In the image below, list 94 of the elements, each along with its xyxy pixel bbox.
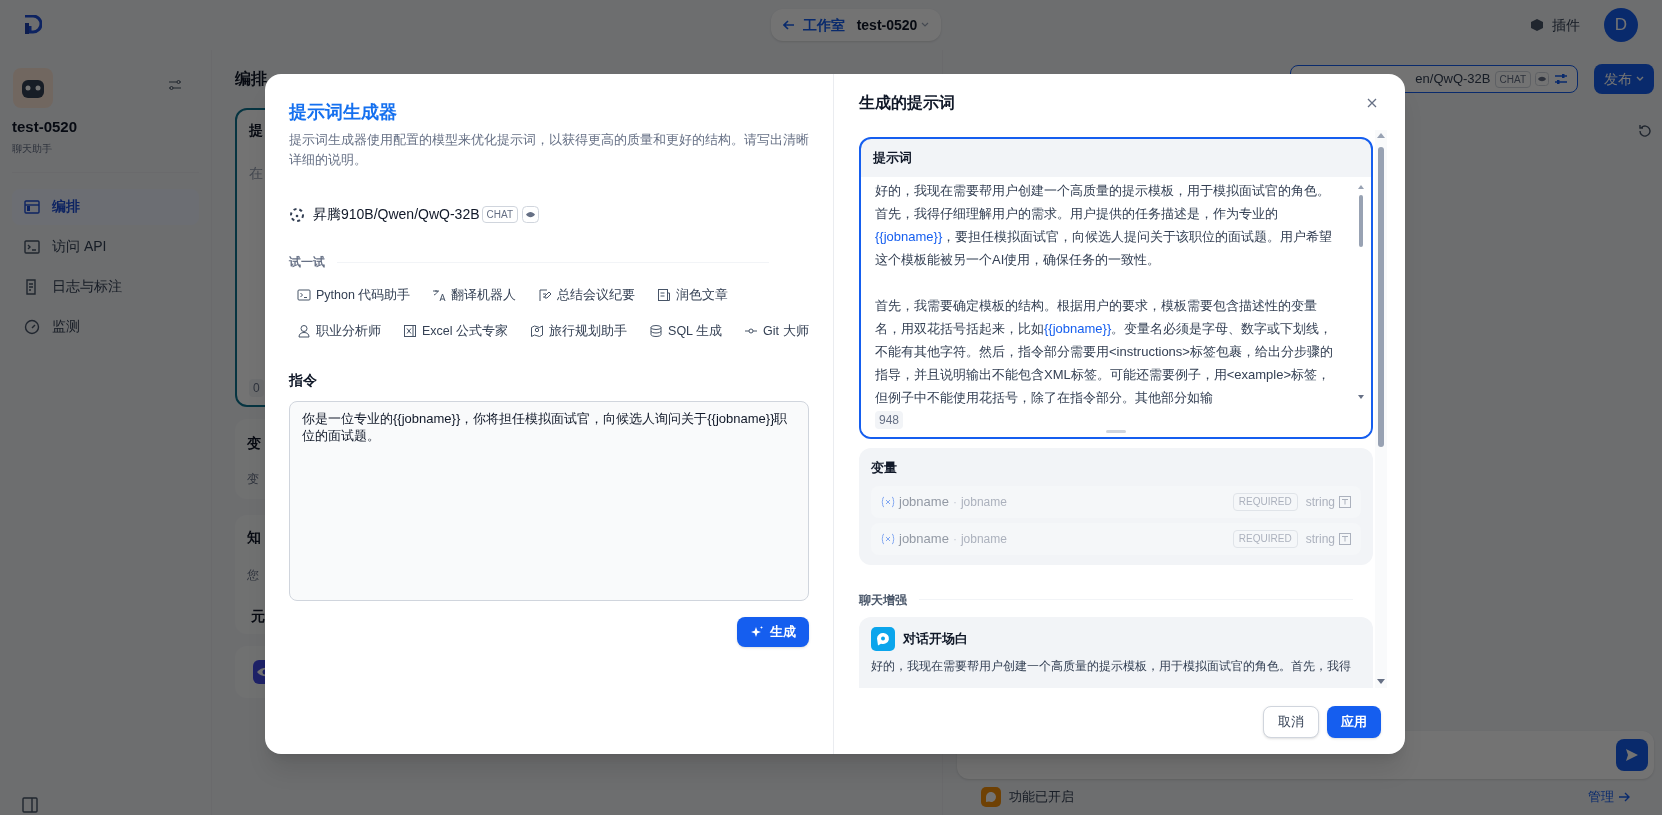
back-link[interactable]: 工作室 bbox=[782, 14, 845, 36]
map-pin-icon bbox=[530, 324, 545, 338]
sliders-icon bbox=[1553, 72, 1569, 86]
prompt-paragraph: 首先，我需要确定模板的结构。根据用户的要求，模板需要包含描述性的变量名，用双花括号括起来，比如{{jobname}}。变量名必须是字母、数字或下划线，不能有其他字符。然后，指令部分需要用<instructions>标签包裹，给出分步骤的指导，并且说明输出不能包含XML标签。可能还需要例子，用<example>标签，但例子中不能使用花括号，除了在指令部分。其他部分如输 bbox=[875, 297, 1334, 407]
char-count: 948 bbox=[875, 411, 904, 429]
variable-name: jobname bbox=[960, 530, 1007, 548]
separator-dot: · bbox=[952, 493, 957, 511]
template-chip[interactable]: Python 代码助手 bbox=[289, 283, 419, 307]
plugins-button[interactable]: 插件 bbox=[1530, 14, 1580, 36]
prompt-paragraph: 好的，我现在需要帮用户创建一个高质量的提示模板，用于模拟面试官的角色。首先，我得仔细理解用户的需求。用户提供的任务描述是，作为专业的 {{jobname}}，要担任模拟面试官，向候选人提问关于该职位的面试题。用户希望这个模板能被另一个AI使用，确保任务的一致性。 bbox=[875, 182, 1334, 269]
char-count: 0 bbox=[249, 379, 264, 397]
translate-icon bbox=[432, 288, 447, 302]
text-field-icon bbox=[1339, 495, 1351, 508]
separator-dot: · bbox=[952, 530, 957, 548]
template-chip[interactable]: SQL 生成 bbox=[641, 319, 731, 343]
template-chip[interactable]: 职业分析师 bbox=[289, 319, 389, 343]
apply-button[interactable]: 应用 bbox=[1327, 706, 1381, 738]
send-button[interactable] bbox=[1616, 739, 1648, 771]
document-pen-icon bbox=[538, 288, 553, 302]
chat-bubble-icon bbox=[981, 787, 1001, 807]
app-switcher[interactable]: test-0520 bbox=[856, 14, 930, 36]
template-chip[interactable]: Git 大师 bbox=[736, 319, 817, 343]
required-badge: REQUIRED bbox=[1232, 492, 1298, 511]
document-icon bbox=[657, 288, 672, 302]
panel-title: 生成的提示词 bbox=[859, 93, 955, 113]
close-icon[interactable] bbox=[1367, 98, 1377, 108]
field-label: 指令 bbox=[289, 371, 318, 390]
database-icon bbox=[649, 324, 664, 338]
template-chip[interactable]: Excel 公式专家 bbox=[395, 319, 517, 343]
template-chip[interactable]: 润色文章 bbox=[649, 283, 737, 307]
eye-icon bbox=[1535, 72, 1549, 86]
hint-text: 变 bbox=[247, 471, 259, 488]
arrow-right-icon bbox=[1618, 792, 1630, 802]
panel-toggle-icon[interactable] bbox=[22, 797, 38, 813]
nav-item[interactable]: 监测 bbox=[12, 308, 199, 345]
user-avatar[interactable]: D bbox=[1604, 8, 1638, 42]
gauge-icon bbox=[24, 318, 40, 335]
send-icon bbox=[1625, 748, 1639, 762]
publish-button[interactable]: 发布 bbox=[1594, 64, 1654, 94]
chevron-down-icon bbox=[1636, 76, 1644, 82]
refresh-icon[interactable] bbox=[1638, 124, 1652, 138]
opening-text: 好的，我现在需要帮用户创建一个高质量的提示模板，用于模拟面试官的角色。首先，我得 bbox=[871, 657, 1351, 675]
template-chip[interactable]: 翻译机器人 bbox=[424, 283, 525, 307]
hint-text: 您 bbox=[247, 567, 259, 584]
card-title: 提 bbox=[249, 121, 263, 140]
model-badge: CHAT bbox=[1494, 70, 1531, 88]
card-title: 变 bbox=[247, 434, 261, 453]
user-icon bbox=[297, 324, 311, 338]
modal-description: 提示词生成器使用配置的模型来优化提示词，以获得更高的质量和更好的结构。请写出清晰详细的说明。 bbox=[289, 131, 810, 169]
model-badge: CHAT bbox=[481, 206, 518, 223]
chevron-down-icon bbox=[921, 22, 930, 28]
arrow-left-icon bbox=[782, 20, 795, 30]
section-label: 试一试 bbox=[289, 254, 325, 271]
variable-key: jobname bbox=[899, 528, 949, 549]
resize-handle bbox=[1106, 430, 1126, 433]
robot-icon bbox=[13, 68, 53, 108]
template-chip[interactable]: 旅行规划助手 bbox=[522, 319, 636, 343]
nav-item[interactable]: 编排 bbox=[12, 188, 199, 225]
sparkle-icon bbox=[750, 625, 764, 639]
card-title: 变量 bbox=[871, 459, 898, 477]
variable-key: jobname bbox=[899, 491, 949, 512]
variable-name: jobname bbox=[960, 493, 1007, 511]
logo-icon bbox=[24, 15, 42, 35]
chat-bubble-icon bbox=[871, 626, 895, 651]
model-name: 昇腾910B/Qwen/QwQ-32B bbox=[313, 205, 480, 224]
feature-status: 功能已开启 bbox=[1009, 788, 1074, 807]
nav-item[interactable]: 日志与标注 bbox=[12, 268, 199, 305]
app-name: test-0520 bbox=[12, 117, 79, 137]
terminal-icon bbox=[297, 288, 311, 302]
terminal-icon bbox=[24, 238, 40, 255]
card-title: 对话开场白 bbox=[903, 629, 968, 648]
sliders-icon[interactable] bbox=[168, 78, 182, 92]
required-badge: REQUIRED bbox=[1232, 529, 1298, 548]
variable-icon bbox=[881, 532, 895, 545]
modal-title: 提示词生成器 bbox=[289, 101, 398, 124]
text-field-icon bbox=[1339, 532, 1351, 545]
generate-button[interactable]: 生成 bbox=[737, 617, 809, 647]
variable-icon bbox=[881, 495, 895, 508]
template-chip[interactable]: 总结会议纪要 bbox=[530, 283, 644, 307]
card-title: 提示词 bbox=[872, 149, 913, 168]
section-label: 元 bbox=[251, 607, 265, 626]
section-title: 编排 bbox=[235, 69, 267, 89]
spreadsheet-icon bbox=[403, 324, 417, 338]
loader-icon bbox=[289, 206, 305, 223]
nav-item[interactable]: 访问 API bbox=[12, 228, 199, 265]
variable-type: string bbox=[1305, 493, 1335, 511]
instruction-field[interactable]: 你是一位专业的{{jobname}}，你将担任模拟面试官，向候选人询问关于{{jobname}}职位的面试题。 bbox=[289, 401, 809, 601]
card-title: 知 bbox=[247, 528, 261, 547]
layout-icon bbox=[24, 198, 40, 215]
cube-icon bbox=[1530, 18, 1544, 32]
variable-type: string bbox=[1305, 530, 1335, 548]
section-label: 聊天增强 bbox=[859, 591, 907, 609]
cancel-button[interactable]: 取消 bbox=[1263, 706, 1319, 738]
eye-icon[interactable] bbox=[522, 206, 539, 223]
